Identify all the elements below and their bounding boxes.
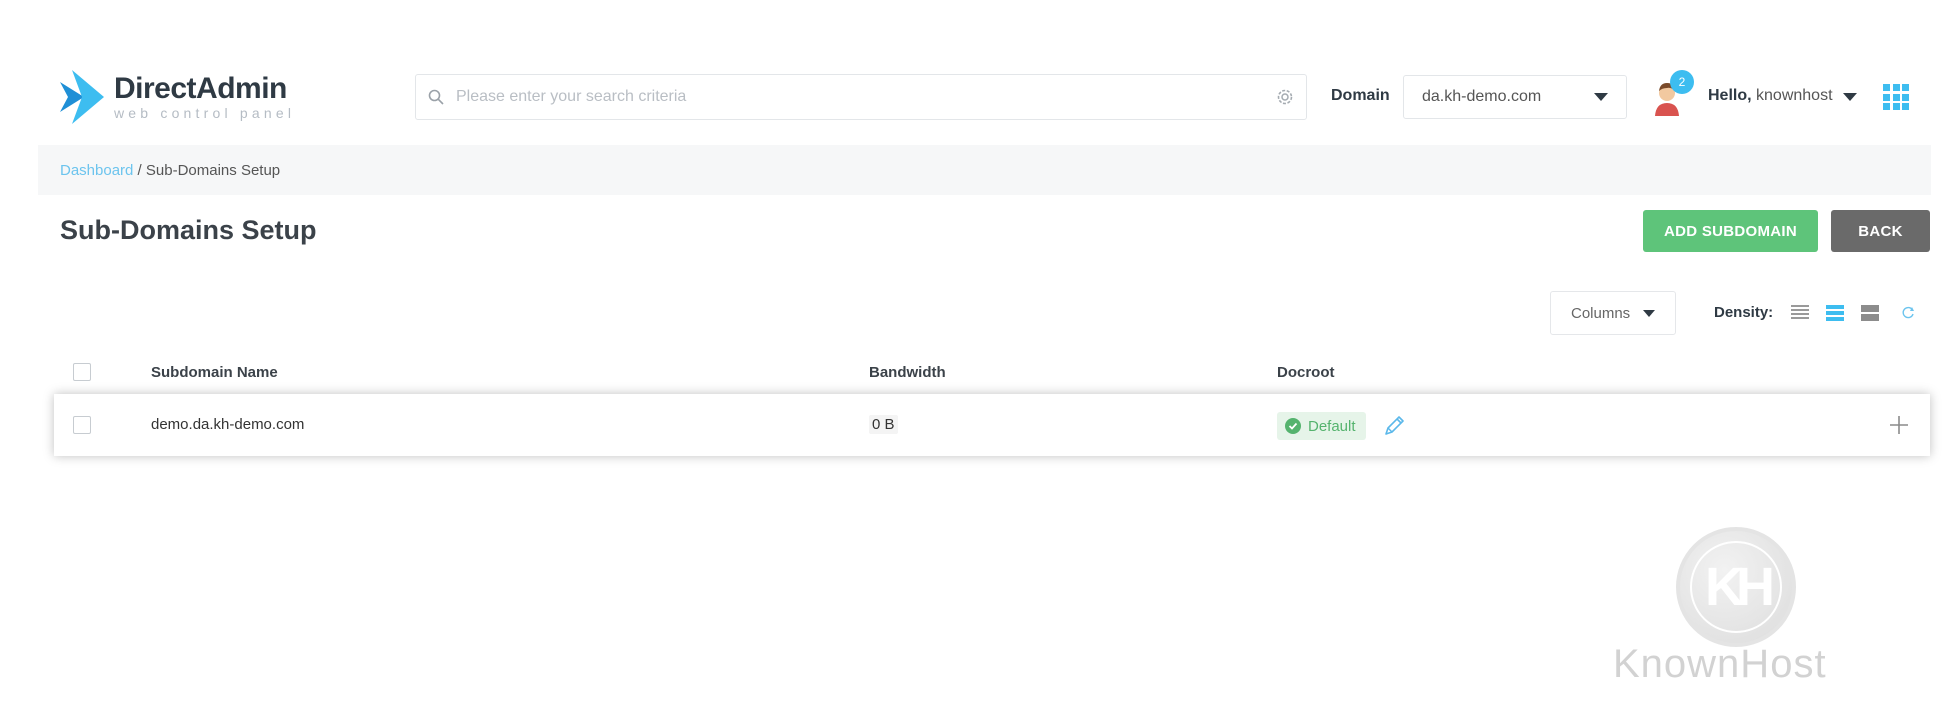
domain-select[interactable]: da.kh-demo.com bbox=[1403, 75, 1627, 119]
chevron-down-icon bbox=[1643, 309, 1655, 317]
column-header-docroot[interactable]: Docroot bbox=[1277, 364, 1335, 381]
expand-plus-icon[interactable] bbox=[1888, 414, 1910, 436]
bandwidth-value: 0 B bbox=[869, 415, 898, 434]
columns-button[interactable]: Columns bbox=[1550, 291, 1676, 335]
density-label: Density: bbox=[1714, 304, 1774, 321]
subdomain-name: demo.da.kh-demo.com bbox=[151, 416, 305, 433]
directadmin-logo[interactable]: DirectAdmin web control panel bbox=[58, 68, 295, 126]
select-all-checkbox[interactable] bbox=[73, 363, 91, 381]
username: knownhost bbox=[1756, 87, 1833, 104]
breadcrumb-current: Sub-Domains Setup bbox=[145, 161, 281, 179]
search-bar bbox=[415, 74, 1307, 120]
logo-arrow-icon bbox=[60, 70, 104, 124]
notification-badge[interactable]: 2 bbox=[1670, 70, 1694, 94]
search-icon bbox=[428, 89, 444, 105]
logo-title: DirectAdmin bbox=[114, 72, 287, 105]
apps-grid-icon[interactable] bbox=[1883, 84, 1909, 110]
density-comfortable-icon[interactable] bbox=[1861, 304, 1879, 322]
columns-label: Columns bbox=[1571, 304, 1631, 322]
breadcrumb-dashboard-link[interactable]: Dashboard bbox=[60, 162, 133, 179]
chevron-down-icon bbox=[1594, 93, 1608, 101]
breadcrumb-separator: / bbox=[133, 161, 146, 179]
refresh-icon[interactable] bbox=[1901, 306, 1915, 320]
check-circle-icon bbox=[1285, 418, 1301, 434]
user-greeting[interactable]: Hello, knownhost bbox=[1708, 87, 1833, 105]
table-row[interactable]: demo.da.kh-demo.com 0 B Default bbox=[54, 394, 1930, 456]
greeting-text: Hello, bbox=[1708, 87, 1752, 104]
column-header-bandwidth[interactable]: Bandwidth bbox=[869, 364, 946, 381]
knownhost-watermark-text: KnownHost bbox=[1613, 642, 1827, 686]
column-header-subdomain[interactable]: Subdomain Name bbox=[151, 364, 278, 381]
docroot-value: Default bbox=[1308, 417, 1356, 435]
domain-label: Domain bbox=[1331, 87, 1390, 104]
add-subdomain-button[interactable]: ADD SUBDOMAIN bbox=[1643, 210, 1818, 252]
row-checkbox[interactable] bbox=[73, 416, 91, 434]
density-compact-icon[interactable] bbox=[1791, 304, 1809, 322]
knownhost-watermark-logo: KH bbox=[1676, 527, 1796, 647]
user-menu-chevron-icon[interactable] bbox=[1843, 93, 1857, 101]
gear-icon[interactable] bbox=[1276, 88, 1294, 106]
domain-select-value: da.kh-demo.com bbox=[1422, 88, 1542, 105]
edit-pencil-icon[interactable] bbox=[1382, 414, 1406, 438]
page-title: Sub-Domains Setup bbox=[60, 215, 317, 245]
breadcrumb: Dashboard / Sub-Domains Setup bbox=[38, 145, 1931, 195]
back-button[interactable]: BACK bbox=[1831, 210, 1930, 252]
docroot-default-badge: Default bbox=[1277, 412, 1366, 440]
density-medium-icon[interactable] bbox=[1826, 304, 1844, 322]
logo-subtitle: web control panel bbox=[114, 105, 296, 121]
search-input[interactable] bbox=[456, 88, 1276, 106]
watermark-monogram: KH bbox=[1690, 541, 1782, 633]
